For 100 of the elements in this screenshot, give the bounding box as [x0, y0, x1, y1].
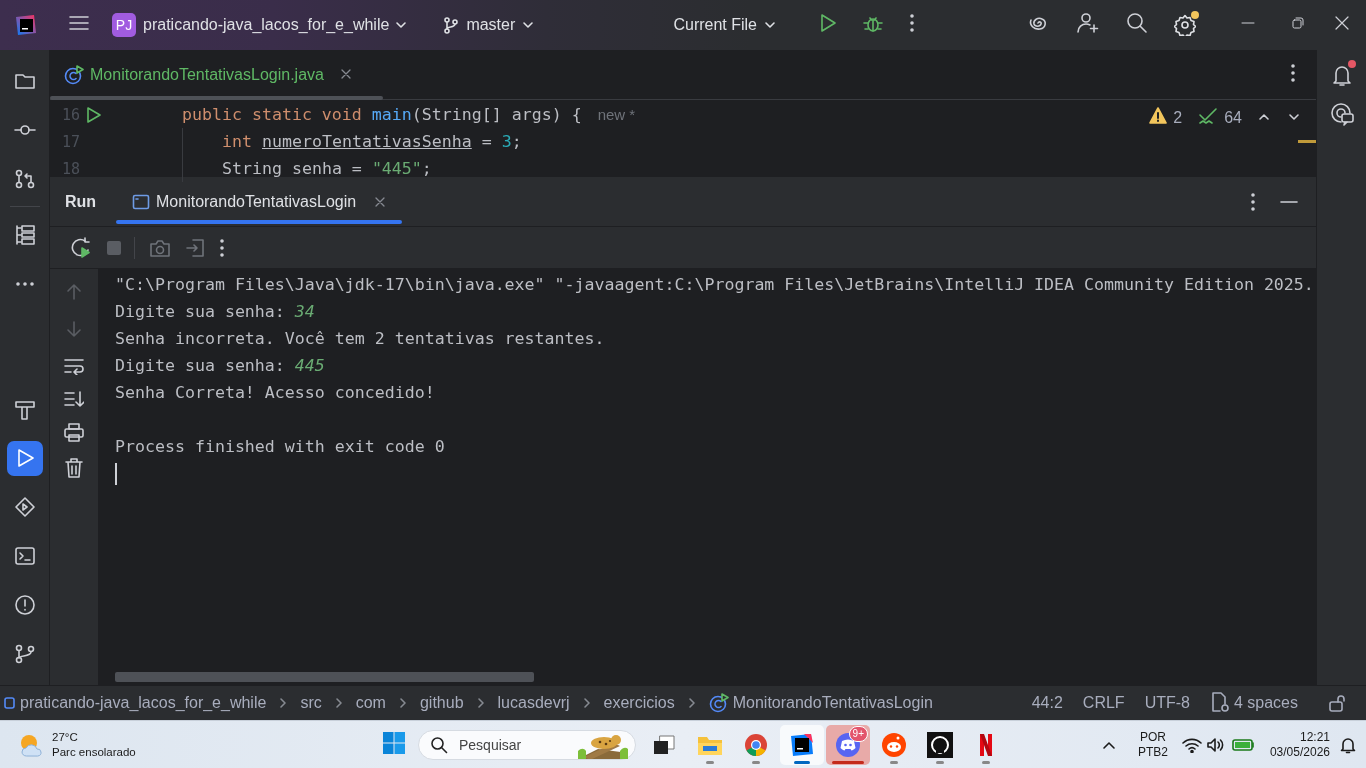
pull-request-icon[interactable] — [13, 168, 36, 190]
panel-title: Run — [65, 192, 98, 211]
start-icon[interactable] — [382, 730, 406, 755]
console-line: "C:\Program Files\Java\jdk-17\bin\java.exe" "-javaagent:C:\Program Files\JetBrains\IntelliJ IDEA Community Edition 2025. — [115, 275, 1314, 294]
volume-icon[interactable] — [1205, 736, 1226, 753]
code-token: ; — [421, 159, 432, 178]
run-tab[interactable]: MonitorandoTentativasLogin — [116, 177, 403, 226]
project-badge: PJ — [112, 13, 136, 37]
chevron-down-icon — [1288, 111, 1300, 123]
exit-icon[interactable] — [185, 237, 205, 258]
file-tab[interactable]: MonitorandoTentativasLogin.java — [64, 50, 352, 99]
code-token: numeroTentativasSenha — [262, 132, 472, 151]
code-token: "445" — [371, 159, 422, 178]
browser-icon[interactable] — [744, 732, 768, 757]
chevron-up-icon[interactable] — [1258, 111, 1270, 123]
close-icon[interactable] — [1335, 16, 1349, 30]
input-language[interactable]: POR PTB2 — [1137, 729, 1168, 760]
warning-icon — [1149, 107, 1168, 125]
breadcrumb[interactable]: lucasdevrj — [497, 694, 570, 712]
text-cursor — [115, 463, 117, 485]
more-vertical-icon[interactable] — [219, 237, 225, 258]
chevron-right-icon — [334, 697, 343, 709]
task-view-icon[interactable] — [652, 733, 676, 756]
author-hint: new * — [597, 106, 636, 123]
services-icon[interactable] — [13, 496, 36, 519]
terminal-icon[interactable] — [13, 545, 36, 568]
weather-condition[interactable]: Parc ensolarado — [52, 744, 136, 760]
line-separator[interactable]: CRLF — [1082, 694, 1125, 712]
wifi-icon[interactable] — [1181, 736, 1202, 753]
alien-app-icon[interactable] — [881, 731, 907, 758]
search-icon — [430, 735, 448, 754]
run-gutter-icon[interactable] — [86, 105, 102, 124]
run-configuration-selector[interactable]: Current File — [673, 16, 776, 34]
console-line: Digite sua senha: — [115, 356, 285, 375]
project-selector[interactable]: praticando-java_lacos_for_e_while — [143, 16, 408, 34]
hammer-icon[interactable] — [13, 398, 36, 421]
soft-wrap-icon[interactable] — [64, 357, 84, 375]
console-line: Senha incorreta. Você tem 2 tentativas restantes. — [115, 329, 605, 348]
scroll-to-end-icon[interactable] — [64, 390, 84, 408]
breadcrumb[interactable]: com — [355, 694, 386, 712]
clock[interactable]: 12:21 03/05/2026 — [1269, 729, 1330, 760]
temperature[interactable]: 27°C — [52, 729, 136, 745]
indent-setting[interactable]: 4 spaces — [1209, 692, 1298, 714]
run-icon[interactable] — [819, 13, 837, 33]
tool-window-button[interactable] — [6, 441, 43, 476]
more-vertical-icon[interactable] — [1250, 191, 1256, 212]
chevron-right-icon — [476, 697, 485, 709]
code-token: public static void — [182, 105, 362, 124]
notification-badge: 9+ — [848, 725, 868, 742]
breadcrumb[interactable]: MonitorandoTentativasLogin — [708, 693, 933, 713]
app-logo[interactable] — [14, 13, 38, 37]
branch-selector[interactable]: master — [443, 16, 535, 34]
rerun-icon[interactable] — [70, 236, 92, 259]
code-token: int — [222, 132, 252, 151]
trash-icon[interactable] — [65, 458, 83, 478]
settings-icon[interactable] — [1174, 14, 1196, 36]
camera-icon[interactable] — [149, 237, 171, 258]
streaming-app-icon[interactable] — [977, 732, 995, 757]
breadcrumb[interactable]: praticando-java_lacos_for_e_while — [4, 694, 267, 712]
input-text: 34 — [294, 302, 315, 321]
battery-icon[interactable] — [1231, 737, 1256, 752]
scrollbar[interactable] — [115, 672, 534, 682]
chevron-right-icon — [687, 697, 696, 709]
console-line: Process finished with exit code 0 — [115, 437, 445, 456]
scrollbar[interactable] — [50, 96, 383, 100]
close-tab-icon[interactable] — [374, 195, 387, 208]
structure-icon[interactable] — [13, 223, 36, 246]
breadcrumb[interactable]: src — [300, 694, 322, 712]
code-token: (String[] args) { — [411, 105, 582, 124]
print-icon[interactable] — [64, 423, 84, 443]
more-vertical-icon[interactable] — [1290, 62, 1296, 83]
taskbar-button[interactable] — [780, 724, 824, 765]
chevron-right-icon — [279, 697, 288, 709]
problems-icon[interactable] — [13, 593, 36, 616]
search-icon[interactable] — [1126, 12, 1148, 34]
restore-icon[interactable] — [1291, 16, 1305, 30]
add-user-icon[interactable] — [1076, 11, 1100, 35]
warning-count[interactable]: 2 — [1173, 109, 1183, 127]
console-line: Senha Correta! Acesso concedido! — [115, 383, 435, 402]
console-icon — [132, 192, 150, 211]
breadcrumb[interactable]: exercicios — [603, 694, 675, 712]
check-count[interactable]: 64 — [1224, 109, 1242, 127]
class-icon — [708, 693, 729, 713]
code-token: main — [371, 105, 412, 124]
module-icon — [4, 696, 16, 710]
minimize-panel-icon[interactable] — [1280, 199, 1298, 204]
git-branch-icon[interactable] — [13, 642, 36, 665]
ai-chat-icon[interactable] — [1328, 102, 1355, 126]
unlock-icon[interactable] — [1328, 694, 1346, 712]
caret-position[interactable]: 44:2 — [1031, 694, 1063, 712]
notification-bell-icon[interactable] — [1340, 735, 1356, 754]
input-text: 445 — [294, 356, 325, 375]
more-vertical-icon[interactable] — [909, 13, 915, 33]
breadcrumb[interactable]: github — [419, 694, 464, 712]
close-tab-icon[interactable] — [339, 67, 352, 80]
branch-icon — [443, 16, 460, 34]
file-encoding[interactable]: UTF-8 — [1144, 694, 1190, 712]
code-token: ; — [511, 132, 522, 151]
ide-app-icon[interactable] — [790, 732, 814, 757]
taskbar-button[interactable]: 9+ — [826, 724, 870, 765]
